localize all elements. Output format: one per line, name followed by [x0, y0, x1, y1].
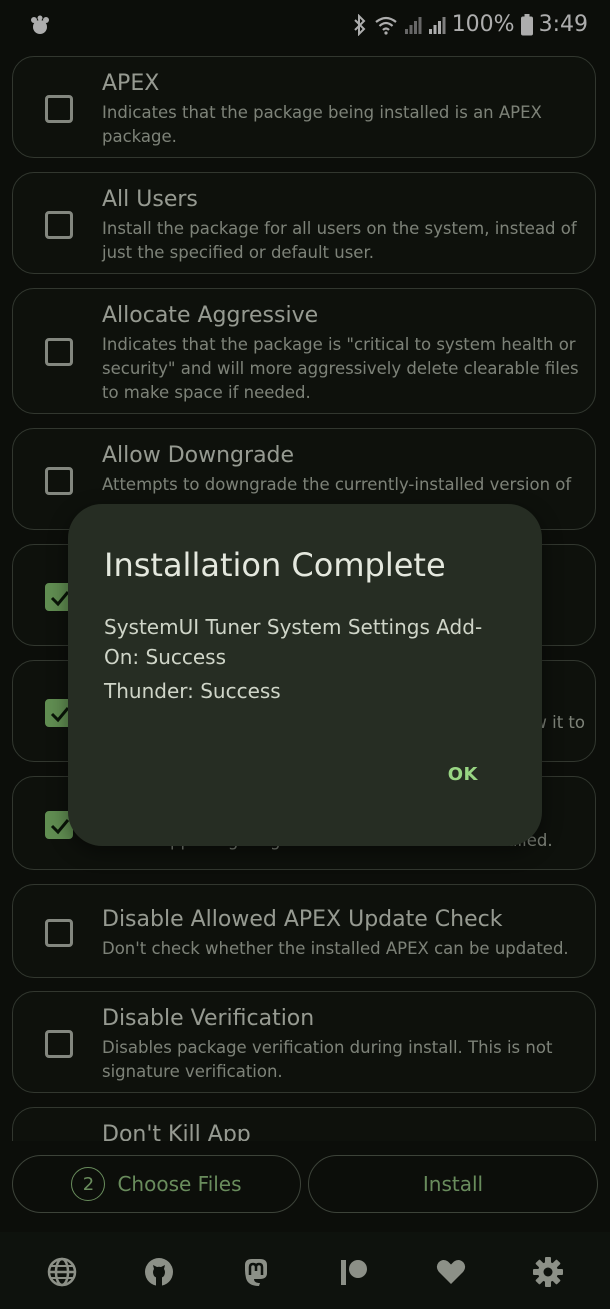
ok-button[interactable]: OK	[448, 764, 478, 785]
installation-complete-dialog: Installation Complete SystemUI Tuner Sys…	[68, 504, 542, 846]
dialog-title: Installation Complete	[104, 546, 446, 584]
dialog-result-line: SystemUI Tuner System Settings Add-On: S…	[104, 615, 483, 669]
dialog-result-line: Thunder: Success	[104, 679, 281, 703]
